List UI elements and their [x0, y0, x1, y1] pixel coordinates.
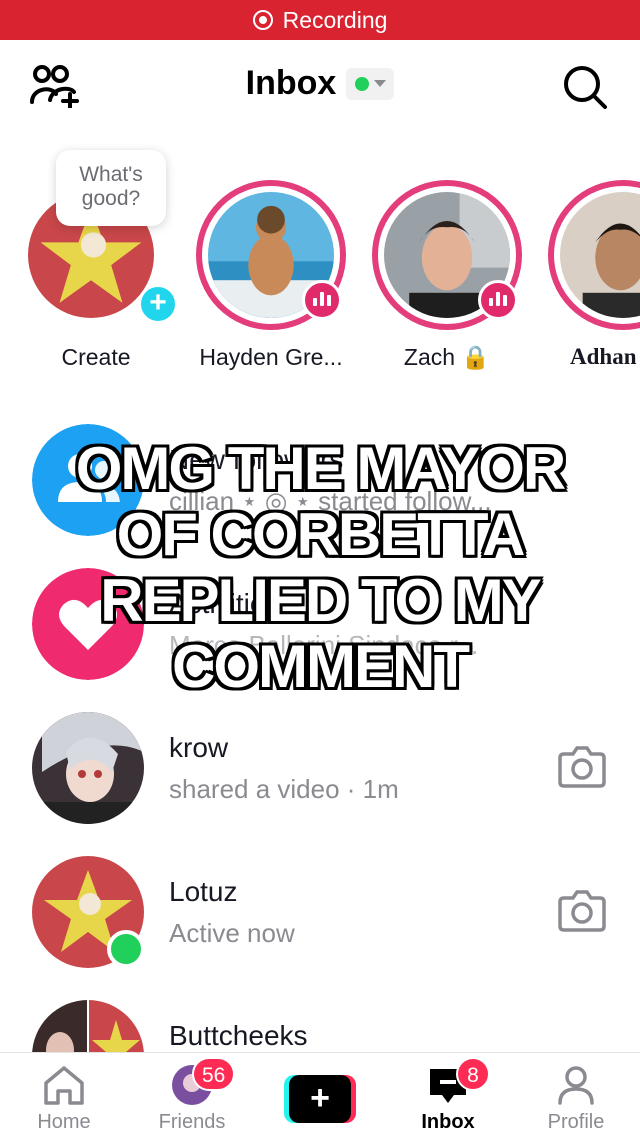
caption-line: COMMENT	[172, 633, 470, 700]
caption-line: OMG THE MAYOR	[75, 435, 566, 502]
list-item-title: Buttcheeks	[169, 1020, 308, 1051]
recording-label: Recording	[282, 6, 388, 33]
recording-bar[interactable]: Recording	[0, 0, 640, 40]
online-indicator	[107, 930, 145, 968]
story-name: Hayden Gre...	[199, 344, 343, 370]
status-selector[interactable]	[346, 67, 395, 100]
live-icon	[302, 280, 342, 320]
bottom-nav: Home 56 Friends + 8 Inbox Profile	[0, 1052, 640, 1136]
record-icon	[252, 10, 273, 30]
camera-icon[interactable]	[558, 744, 606, 788]
story-zach[interactable]: Zach 🔒	[372, 150, 532, 380]
nav-label: Home	[37, 1111, 91, 1133]
nav-label: Friends	[158, 1111, 226, 1133]
search-icon[interactable]	[562, 64, 608, 110]
profile-icon	[558, 1066, 594, 1105]
inbox-badge: 8	[456, 1057, 490, 1091]
caption-line: OF CORBETTA	[116, 501, 526, 568]
list-item-lotuz[interactable]: Lotuz Active now	[0, 856, 640, 986]
page-title: Inbox	[245, 64, 337, 102]
list-item-krow[interactable]: krow shared a video · 1m	[0, 712, 640, 842]
nav-friends[interactable]: 56 Friends	[128, 1053, 256, 1136]
caption-line: REPLIED TO MY	[100, 567, 542, 634]
nav-inbox[interactable]: 8 Inbox	[384, 1053, 512, 1136]
nav-label: Profile	[547, 1111, 605, 1133]
inbox-header: Inbox	[0, 40, 640, 130]
story-name: Zach 🔒	[403, 344, 491, 370]
list-item-title: Lotuz	[169, 876, 238, 907]
list-item-title: krow	[169, 732, 229, 763]
add-story-icon[interactable]: +	[138, 284, 178, 324]
story-avatar	[560, 192, 640, 318]
plus-icon: +	[289, 1075, 351, 1123]
story-adhan[interactable]: Adhan	[548, 150, 640, 380]
status-bubble[interactable]: What's good?	[56, 150, 166, 226]
online-status-icon	[354, 76, 369, 91]
list-item-subtitle: Active now	[169, 918, 295, 948]
home-icon	[44, 1066, 84, 1105]
story-hayden[interactable]: Hayden Gre...	[196, 150, 356, 380]
chevron-down-icon	[373, 80, 386, 87]
create-button[interactable]: +	[284, 1075, 356, 1123]
live-icon	[478, 280, 518, 320]
camera-icon[interactable]	[558, 888, 606, 932]
video-caption-overlay: OMG THE MAYOR OF CORBETTA REPLIED TO MY …	[0, 436, 640, 700]
nav-label: Inbox	[421, 1111, 475, 1133]
friends-badge: 56	[192, 1057, 236, 1091]
avatar	[32, 712, 144, 824]
stories-row: + What's good? Create Hayden Gre... Zach…	[0, 150, 640, 380]
nav-profile[interactable]: Profile	[512, 1053, 640, 1136]
story-name: Adhan	[570, 344, 637, 369]
story-create[interactable]: + What's good? Create	[16, 150, 178, 380]
list-item-subtitle: shared a video · 1m	[169, 774, 399, 804]
story-name: Create	[61, 344, 131, 370]
nav-home[interactable]: Home	[0, 1053, 128, 1136]
